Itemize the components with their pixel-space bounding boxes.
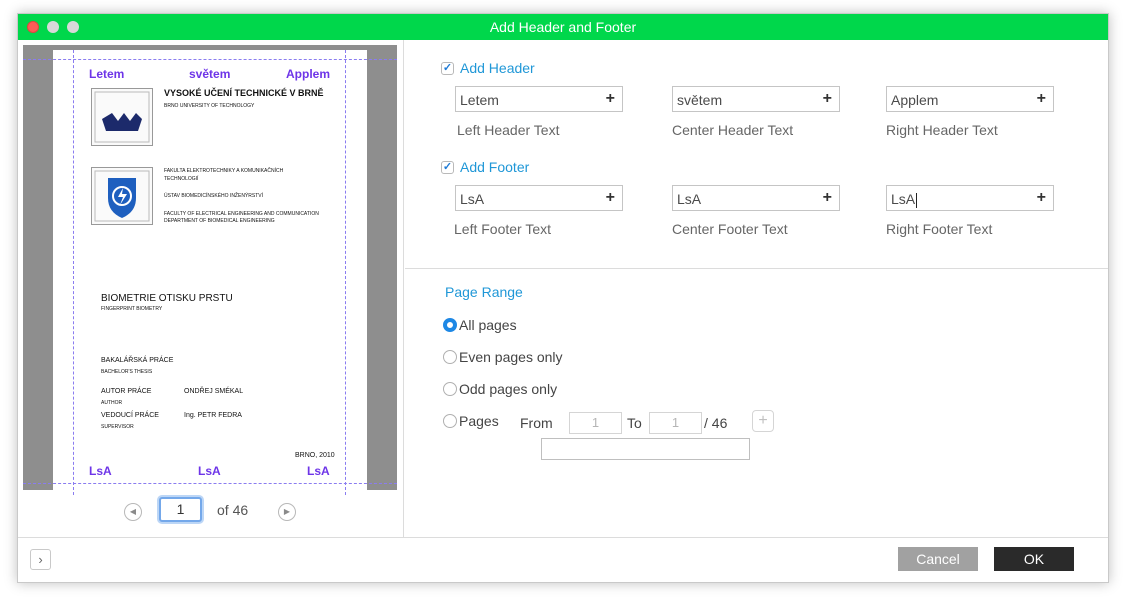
doc-supervisor-label: VEDOUCÍ PRÁCE bbox=[101, 412, 159, 419]
left-margin-guide bbox=[73, 50, 74, 495]
odd-pages-label[interactable]: Odd pages only bbox=[459, 381, 557, 397]
add-range-icon[interactable]: + bbox=[752, 410, 774, 432]
doc-supervisor-label-en: SUPERVISOR bbox=[101, 424, 134, 430]
window-title: Add Header and Footer bbox=[489, 19, 637, 35]
doc-thesis-type-en: BACHELOR'S THESIS bbox=[101, 369, 153, 375]
preview-header-right: Applem bbox=[286, 67, 331, 81]
doc-thesis-title: BIOMETRIE OTISKU PRSTU bbox=[101, 293, 233, 304]
center-header-input[interactable]: světem + bbox=[672, 86, 840, 112]
top-margin-guide bbox=[23, 59, 397, 60]
pages-radio[interactable] bbox=[443, 414, 457, 428]
right-footer-value: LsA bbox=[891, 191, 916, 207]
right-footer-value-wrap: LsA bbox=[891, 191, 918, 208]
left-header-add-icon[interactable]: + bbox=[606, 90, 615, 108]
center-footer-caption: Center Footer Text bbox=[672, 221, 788, 237]
left-footer-add-icon[interactable]: + bbox=[606, 189, 615, 207]
center-footer-value: LsA bbox=[677, 191, 702, 207]
from-page-input[interactable]: 1 bbox=[569, 412, 622, 434]
doc-author-name: ONDŘEJ SMÉKAL bbox=[184, 388, 244, 395]
expand-chevron-icon[interactable]: › bbox=[30, 549, 51, 570]
total-pages-label: / 46 bbox=[704, 415, 728, 431]
right-header-add-icon[interactable]: + bbox=[1037, 90, 1046, 108]
add-footer-checkbox[interactable]: ✓ bbox=[441, 161, 454, 174]
left-header-value: Letem bbox=[460, 92, 499, 108]
even-pages-label[interactable]: Even pages only bbox=[459, 349, 563, 365]
right-header-caption: Right Header Text bbox=[886, 122, 998, 138]
page-preview: Letem světem Applem VYSOKÉ UČENÍ TECHNIC… bbox=[23, 50, 397, 495]
all-pages-radio[interactable] bbox=[443, 318, 457, 332]
bottom-margin-guide bbox=[23, 483, 397, 484]
text-caret bbox=[916, 192, 918, 208]
page-range-input[interactable] bbox=[541, 438, 750, 460]
section-divider bbox=[405, 268, 1108, 269]
doc-faculty: FAKULTA ELEKTROTECHNIKY A KOMUNIKAČNÍCH bbox=[164, 168, 284, 174]
page-count-label: of 46 bbox=[217, 502, 249, 518]
add-header-checkbox[interactable]: ✓ bbox=[441, 62, 454, 75]
left-footer-value: LsA bbox=[460, 191, 485, 207]
left-footer-caption: Left Footer Text bbox=[454, 221, 552, 237]
doc-institute: ÚSTAV BIOMEDICÍNSKÉHO INŽENÝRSTVÍ bbox=[164, 193, 263, 199]
next-page-icon[interactable]: ▶ bbox=[278, 503, 296, 521]
doc-university-en: BRNO UNIVERSITY OF TECHNOLOGY bbox=[164, 103, 255, 109]
doc-author-label: AUTOR PRÁCE bbox=[101, 388, 152, 395]
to-page-input[interactable]: 1 bbox=[649, 412, 702, 434]
doc-thesis-title-en: FINGERPRINT BIOMETRY bbox=[101, 306, 163, 312]
faculty-logo bbox=[91, 167, 153, 225]
doc-faculty-en: FACULTY OF ELECTRICAL ENGINEERING AND CO… bbox=[164, 211, 319, 217]
center-header-add-icon[interactable]: + bbox=[823, 90, 832, 108]
ok-button[interactable]: OK bbox=[994, 547, 1074, 571]
preview-area: Letem světem Applem VYSOKÉ UČENÍ TECHNIC… bbox=[23, 45, 397, 495]
center-footer-input[interactable]: LsA + bbox=[672, 185, 840, 211]
center-header-caption: Center Header Text bbox=[672, 122, 794, 138]
left-header-caption: Left Header Text bbox=[457, 122, 560, 138]
center-header-value: světem bbox=[677, 92, 723, 108]
left-header-input[interactable]: Letem + bbox=[455, 86, 623, 112]
page-navigator: ◀ 1 of 46 ▶ bbox=[18, 493, 404, 533]
add-footer-label[interactable]: Add Footer bbox=[460, 159, 529, 175]
doc-supervisor-name: Ing. PETR FEDRA bbox=[184, 412, 242, 419]
preview-footer-center: LsA bbox=[198, 464, 221, 478]
even-pages-radio[interactable] bbox=[443, 350, 457, 364]
preview-pane: Letem světem Applem VYSOKÉ UČENÍ TECHNIC… bbox=[18, 40, 404, 537]
doc-university: VYSOKÉ UČENÍ TECHNICKÉ V BRNĚ bbox=[164, 88, 324, 98]
odd-pages-radio[interactable] bbox=[443, 382, 457, 396]
preview-footer-left: LsA bbox=[89, 464, 112, 478]
preview-footer-right: LsA bbox=[307, 464, 330, 478]
page-number-input[interactable]: 1 bbox=[159, 497, 202, 522]
right-header-input[interactable]: Applem + bbox=[886, 86, 1054, 112]
left-footer-input[interactable]: LsA + bbox=[455, 185, 623, 211]
doc-author-label-en: AUTHOR bbox=[101, 400, 123, 406]
right-footer-input[interactable]: LsA + bbox=[886, 185, 1054, 211]
doc-faculty-2: TECHNOLOGIÍ bbox=[164, 176, 199, 182]
doc-thesis-type: BAKALÁŘSKÁ PRÁCE bbox=[101, 357, 174, 364]
dialog-footer: › Cancel OK bbox=[18, 537, 1108, 582]
preview-header-left: Letem bbox=[89, 67, 125, 81]
all-pages-label[interactable]: All pages bbox=[459, 317, 517, 333]
cancel-button[interactable]: Cancel bbox=[898, 547, 978, 571]
add-header-footer-dialog: Add Header and Footer Letem světem Apple… bbox=[17, 13, 1109, 583]
settings-pane: ✓ Add Header Letem + Left Header Text sv… bbox=[405, 40, 1108, 537]
pages-label[interactable]: Pages bbox=[459, 413, 499, 429]
title-bar: Add Header and Footer bbox=[18, 14, 1108, 40]
preview-header-center: světem bbox=[189, 67, 231, 81]
add-header-label[interactable]: Add Header bbox=[460, 60, 535, 76]
university-logo bbox=[91, 88, 153, 146]
center-footer-add-icon[interactable]: + bbox=[823, 189, 832, 207]
from-label: From bbox=[520, 415, 553, 431]
right-footer-add-icon[interactable]: + bbox=[1037, 189, 1046, 207]
right-footer-caption: Right Footer Text bbox=[886, 221, 993, 237]
right-header-value: Applem bbox=[891, 92, 939, 108]
right-margin-guide bbox=[345, 50, 346, 495]
doc-place-year: BRNO, 2010 bbox=[295, 452, 335, 459]
to-label: To bbox=[627, 415, 642, 431]
previous-page-icon[interactable]: ◀ bbox=[124, 503, 142, 521]
doc-institute-en: DEPARTMENT OF BIOMEDICAL ENGINEERING bbox=[164, 218, 275, 224]
page-range-title: Page Range bbox=[445, 284, 523, 300]
